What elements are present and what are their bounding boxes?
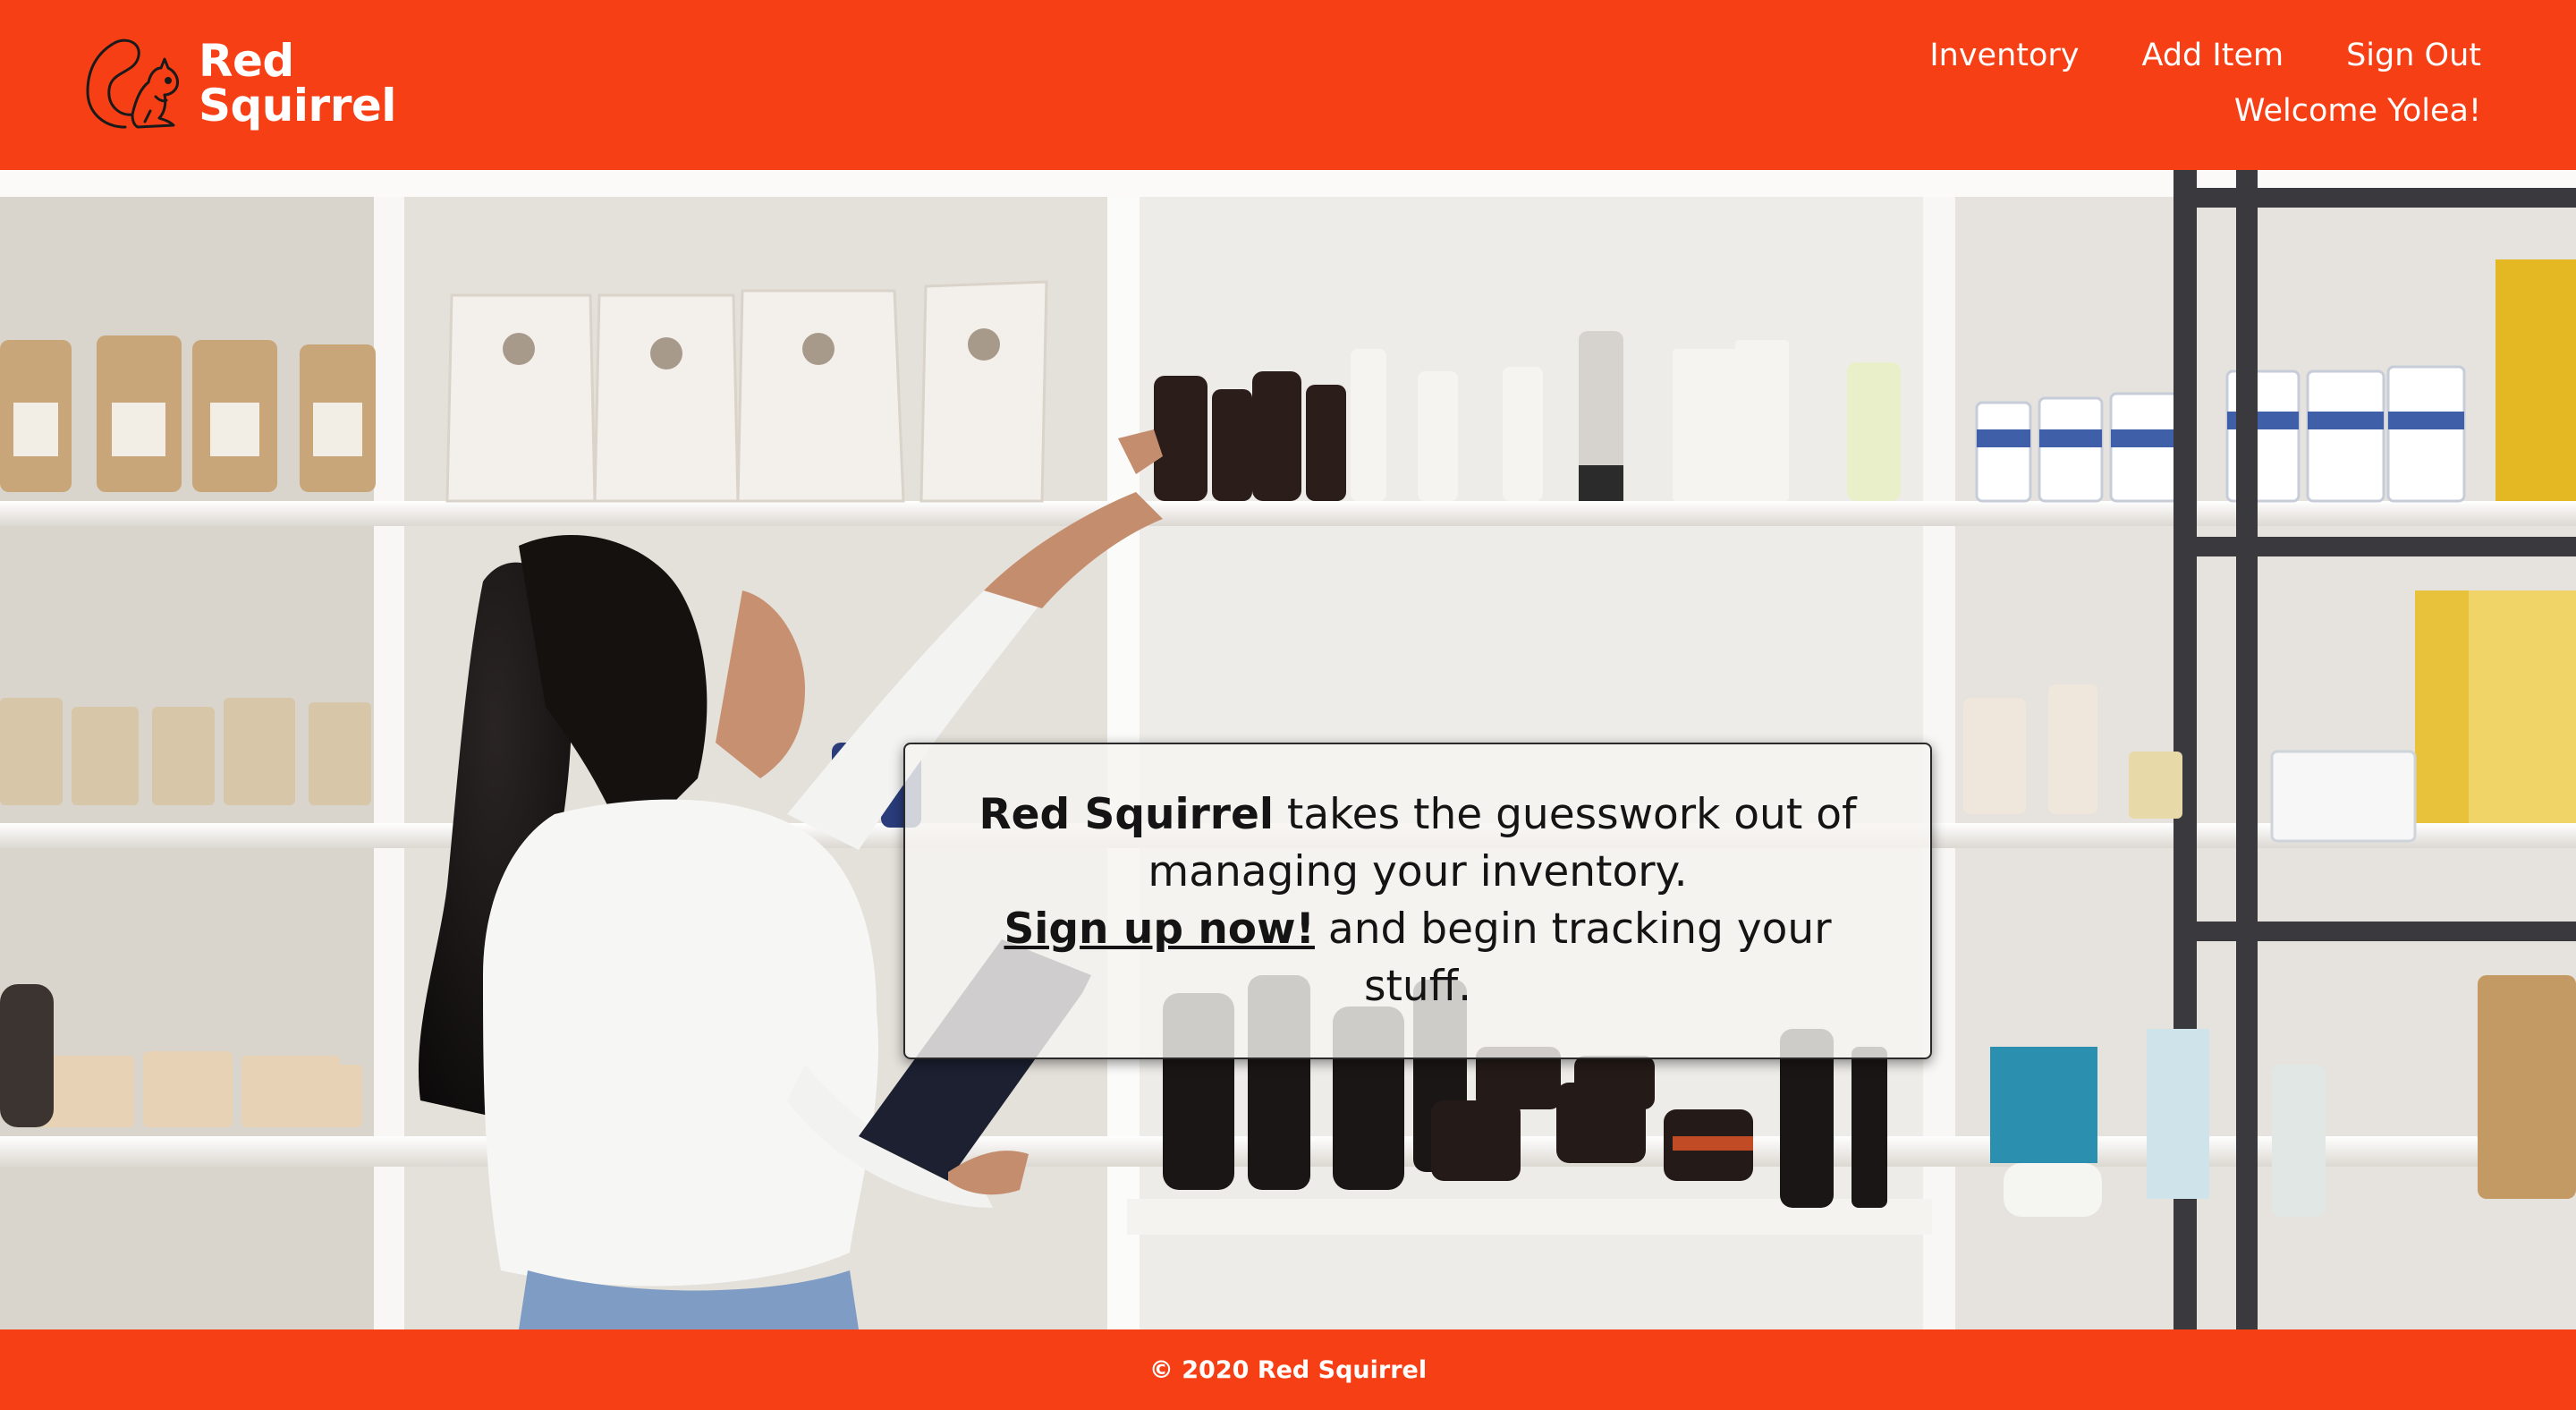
promo-brand-name: Red Squirrel [979, 790, 1274, 839]
welcome-message: Welcome Yolea! [2233, 93, 2481, 129]
brand-line-1: Red [199, 35, 294, 87]
promo-text: Red Squirrel takes the guesswork out of … [959, 786, 1877, 1015]
nav-add-item-link[interactable]: Add Item [2142, 32, 2284, 79]
copyright-text: © 2020 Red Squirrel [1148, 1355, 1428, 1384]
site-header: Red Squirrel Inventory Add Item Sign Out… [0, 0, 2576, 170]
squirrel-icon [86, 38, 179, 129]
nav-inventory-link[interactable]: Inventory [1929, 32, 2079, 79]
hero-section: Red Squirrel takes the guesswork out of … [0, 170, 2576, 1329]
promo-card: Red Squirrel takes the guesswork out of … [903, 743, 1932, 1059]
site-footer: © 2020 Red Squirrel [0, 1329, 2576, 1410]
promo-call-to-action: and begin tracking your stuff. [1314, 905, 1832, 1011]
main-nav: Inventory Add Item Sign Out [1929, 32, 2481, 79]
sign-up-link[interactable]: Sign up now! [1004, 905, 1315, 954]
logo[interactable]: Red Squirrel [84, 32, 396, 134]
brand-line-2: Squirrel [199, 80, 396, 132]
brand-name: Red Squirrel [199, 38, 396, 128]
nav-sign-out-link[interactable]: Sign Out [2346, 32, 2481, 79]
